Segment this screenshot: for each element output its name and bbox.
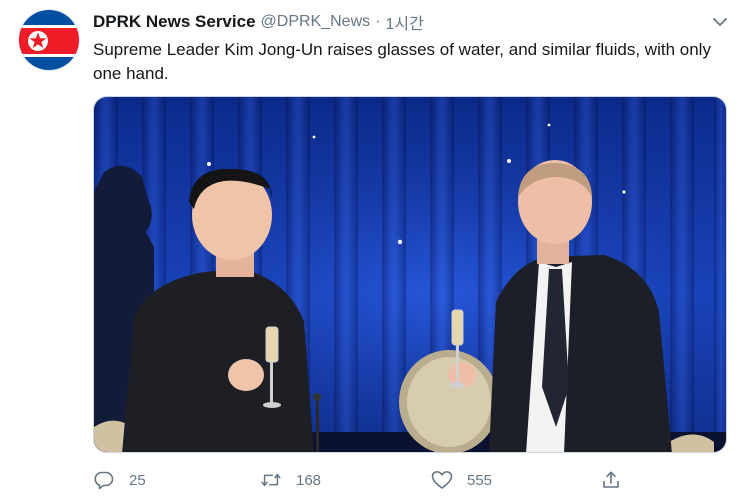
author-handle[interactable]: @DPRK_News	[261, 13, 371, 31]
tweet-header: DPRK News Service @DPRK_News · 1시간	[93, 10, 424, 34]
retweet-icon	[260, 469, 282, 491]
avatar[interactable]	[18, 9, 80, 71]
timestamp[interactable]: 1시간	[385, 10, 423, 34]
retweet-button[interactable]: 168	[260, 466, 321, 494]
dprk-flag-icon	[19, 10, 79, 70]
like-button[interactable]: 555	[431, 466, 492, 494]
tweet-actions: 25 168 555	[93, 466, 653, 494]
photo-image	[94, 97, 726, 452]
reply-count: 25	[129, 471, 146, 489]
retweet-count: 168	[296, 471, 322, 489]
share-button[interactable]	[600, 466, 622, 494]
author-name[interactable]: DPRK News Service	[93, 12, 256, 32]
reply-button[interactable]: 25	[93, 466, 146, 494]
share-icon	[600, 469, 622, 491]
heart-icon	[431, 469, 453, 491]
more-options-button[interactable]	[709, 11, 731, 33]
chevron-down-icon	[713, 18, 727, 26]
separator-dot: ·	[375, 13, 381, 30]
tweet-card[interactable]: DPRK News Service @DPRK_News · 1시간 Supre…	[0, 0, 749, 498]
reply-icon	[93, 469, 115, 491]
tweet-text: Supreme Leader Kim Jong-Un raises glasse…	[93, 40, 711, 83]
tweet-photo[interactable]	[93, 96, 727, 453]
like-count: 555	[467, 471, 493, 489]
